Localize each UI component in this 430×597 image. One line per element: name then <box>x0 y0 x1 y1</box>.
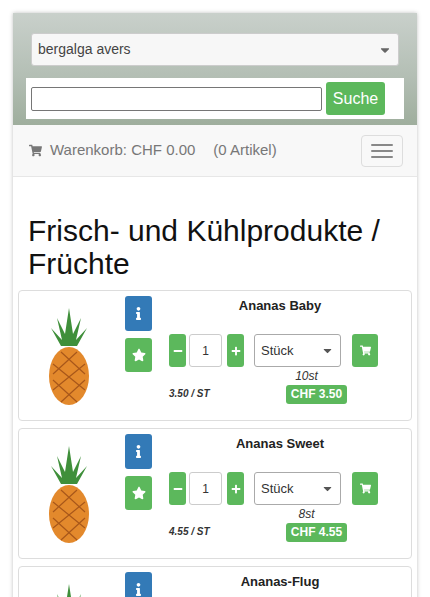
product-card: Ananas Baby Stück 3.50 / ST 10stCHF 3.50 <box>18 290 412 421</box>
stock-label: 8st <box>298 505 314 523</box>
minus-button[interactable] <box>169 472 186 505</box>
caret-down-icon <box>378 43 392 57</box>
quantity-input[interactable] <box>189 334 222 367</box>
minus-icon <box>173 484 183 494</box>
cart-bar: Warenkorb: CHF 0.00 (0 Artikel) <box>13 125 417 177</box>
quantity-input[interactable] <box>189 472 222 505</box>
unit-select[interactable]: Stück <box>254 334 341 367</box>
minus-button[interactable] <box>169 334 186 367</box>
unit-price: 4.55 / ST <box>169 524 263 542</box>
category-heading: Frisch- und Kühlprodukte / Früchte <box>13 177 417 290</box>
info-button[interactable] <box>125 434 152 469</box>
price-badge: CHF 3.50 <box>286 385 347 404</box>
minus-icon <box>173 346 183 356</box>
menu-toggle-button[interactable] <box>361 135 403 167</box>
cart-count[interactable]: (0 Artikel) <box>213 139 276 162</box>
caret-down-icon <box>321 482 334 495</box>
product-card: Ananas-Flug <box>18 566 412 597</box>
header: bergalga avers Suche <box>13 13 417 125</box>
price-badge: CHF 4.55 <box>286 523 347 542</box>
cart-icon <box>360 483 371 494</box>
caret-down-icon <box>321 344 334 357</box>
search-button[interactable]: Suche <box>326 82 385 115</box>
plus-icon <box>231 346 241 356</box>
product-image <box>43 442 95 546</box>
info-icon <box>132 583 145 596</box>
page-container: bergalga avers Suche Warenkorb: CHF 0.00 (0… <box>13 13 417 597</box>
info-button[interactable] <box>125 296 152 331</box>
product-image <box>43 580 95 597</box>
favorite-button[interactable] <box>125 338 152 372</box>
cart-icon <box>360 345 371 356</box>
search-input[interactable] <box>31 87 322 111</box>
stock-label: 10st <box>295 367 318 385</box>
store-select[interactable]: bergalga avers <box>31 33 399 66</box>
product-name: Ananas Sweet <box>169 435 403 453</box>
info-icon <box>132 445 145 458</box>
search-panel: Suche <box>26 78 404 119</box>
product-image-box <box>19 291 119 420</box>
add-to-cart-button[interactable] <box>352 472 378 505</box>
star-icon <box>132 486 146 500</box>
product-name: Ananas Baby <box>169 297 403 315</box>
add-to-cart-button[interactable] <box>352 334 378 367</box>
unit-select[interactable]: Stück <box>254 472 341 505</box>
plus-button[interactable] <box>227 334 244 367</box>
cart-total[interactable]: Warenkorb: CHF 0.00 <box>50 139 195 162</box>
plus-button[interactable] <box>227 472 244 505</box>
product-list: Ananas BabyStück3.50 / ST10stCHF 3.50Ana… <box>13 290 417 597</box>
star-icon <box>132 348 146 362</box>
product-image-box <box>19 429 119 558</box>
product-card: Ananas Sweet Stück 4.55 / ST 8stCHF 4.55 <box>18 428 412 559</box>
cart-icon <box>29 144 42 157</box>
unit-price: 3.50 / ST <box>169 386 263 404</box>
plus-icon <box>231 484 241 494</box>
product-name: Ananas-Flug <box>169 573 403 591</box>
product-image <box>43 304 95 408</box>
info-button[interactable] <box>125 572 152 597</box>
favorite-button[interactable] <box>125 476 152 510</box>
product-image-box <box>19 567 119 597</box>
info-icon <box>132 307 145 320</box>
